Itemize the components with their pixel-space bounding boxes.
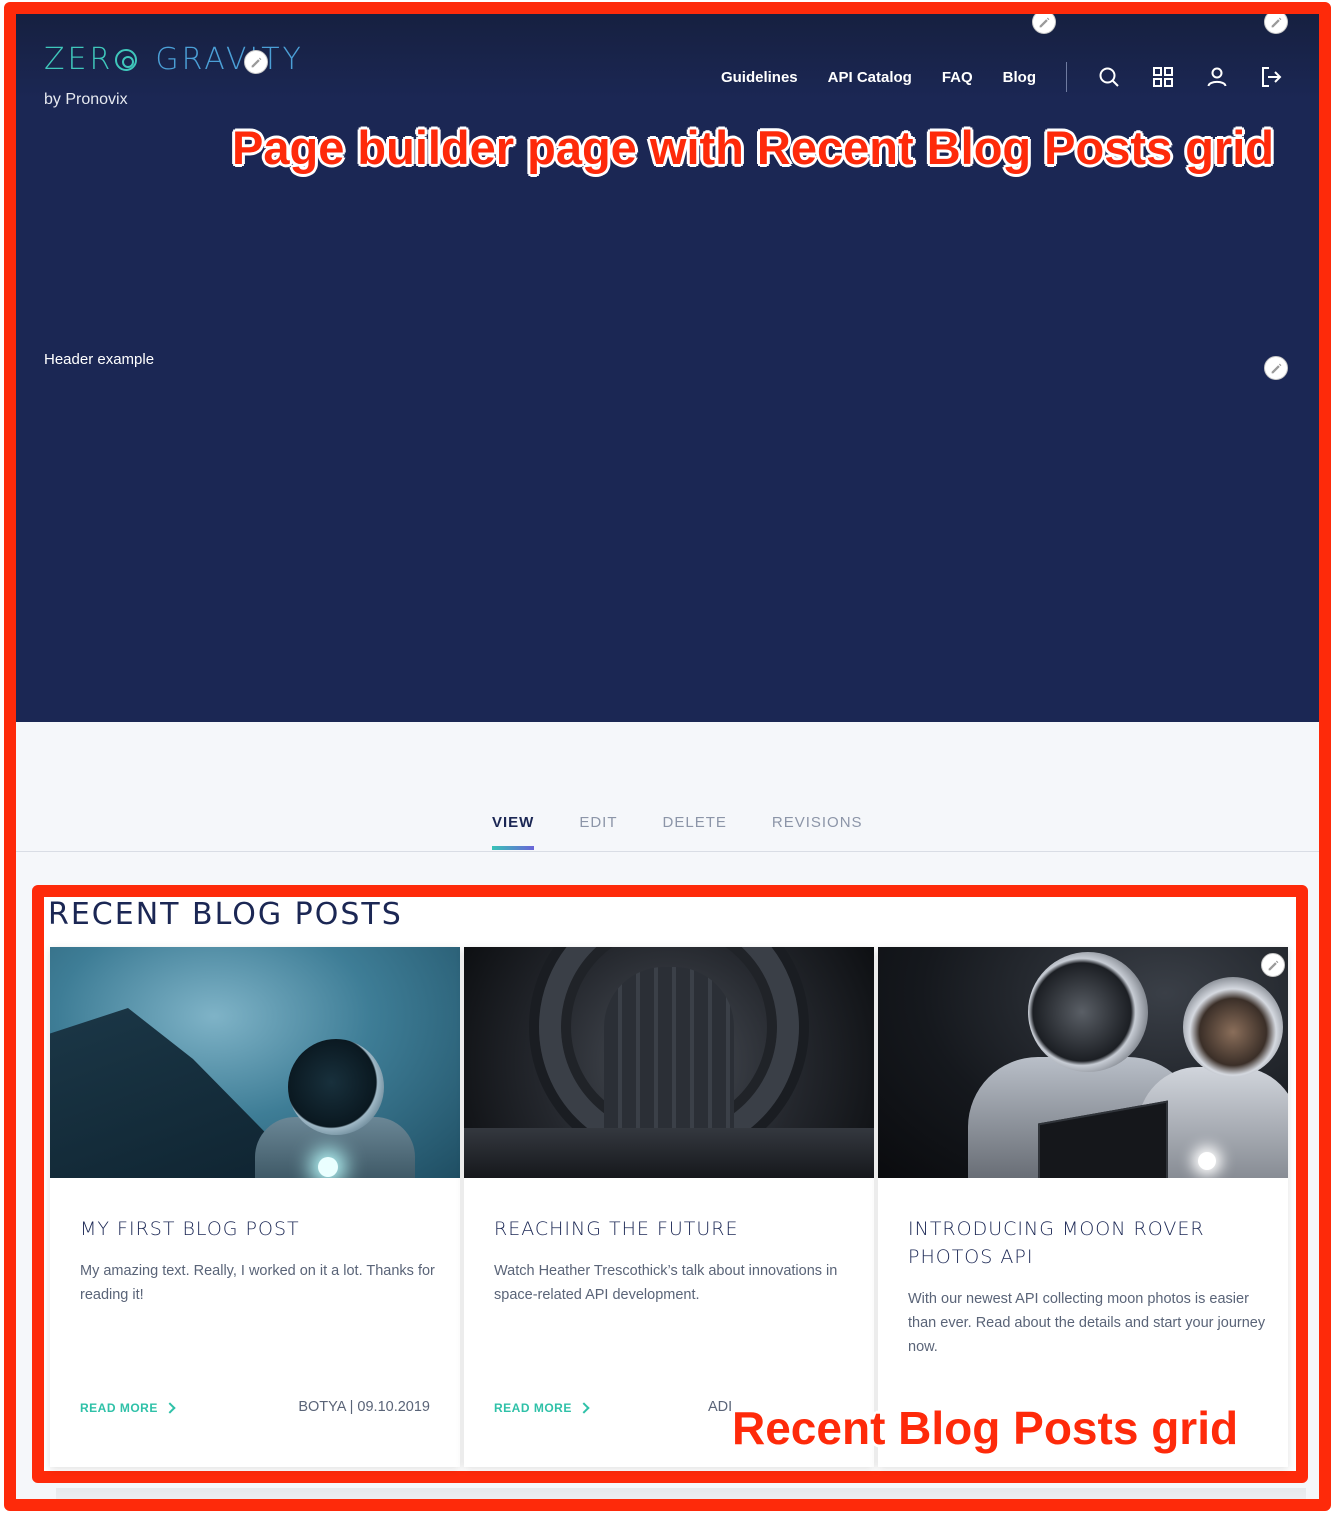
edit-pencil-icon[interactable] — [1264, 356, 1288, 380]
edit-pencil-icon[interactable] — [1261, 953, 1285, 977]
hero-header-text: Header example — [44, 351, 155, 368]
blog-card-image[interactable] — [878, 947, 1288, 1178]
tab-view[interactable]: VIEW — [492, 814, 535, 850]
blog-card-excerpt: Watch Heather Trescothick’s talk about i… — [494, 1263, 838, 1303]
nav-link-guidelines[interactable]: Guidelines — [721, 69, 798, 86]
read-more-label: READ MORE — [80, 1401, 158, 1415]
blog-cards: MY FIRST BLOG POST My amazing text. Real… — [50, 947, 1288, 1467]
site-logo[interactable]: ZER GRAVITY by Pronovix — [44, 42, 304, 109]
recent-blog-posts-grid: RECENT BLOG POSTS MY FIRST BLOG POST My … — [32, 885, 1308, 1483]
logo-orb-icon — [115, 48, 138, 71]
nav-link-api-catalog[interactable]: API Catalog — [828, 69, 912, 86]
local-tasks-tabs: VIEW EDIT DELETE REVISIONS — [492, 814, 908, 850]
tab-edit[interactable]: EDIT — [579, 814, 617, 850]
edit-pencil-icon[interactable] — [1264, 14, 1288, 34]
blog-card-excerpt: With our newest API collecting moon phot… — [908, 1291, 1266, 1355]
annotation-grid-label: Recent Blog Posts grid — [732, 1402, 1239, 1454]
bottom-shadow — [56, 1488, 1306, 1499]
read-more-link[interactable]: READ MORE — [494, 1401, 590, 1415]
blog-card-meta: BOTYA | 09.10.2019 — [298, 1399, 430, 1415]
blog-card-excerpt: My amazing text. Really, I worked on it … — [80, 1263, 435, 1303]
annotation-page-label: Page builder page with Recent Blog Posts… — [232, 121, 1274, 174]
read-more-label: READ MORE — [494, 1401, 572, 1415]
blog-card-title[interactable]: INTRODUCING MOON ROVER PHOTOS API — [908, 1215, 1268, 1271]
main-nav: Guidelines API Catalog FAQ Blog — [721, 62, 1283, 92]
read-more-link[interactable]: READ MORE — [80, 1401, 176, 1415]
tab-delete[interactable]: DELETE — [663, 814, 727, 850]
nav-link-blog[interactable]: Blog — [1003, 69, 1036, 86]
edit-pencil-icon[interactable] — [244, 50, 268, 74]
chevron-right-icon — [164, 1402, 176, 1414]
blog-card[interactable]: INTRODUCING MOON ROVER PHOTOS API With o… — [878, 947, 1288, 1467]
blog-card-image[interactable] — [464, 947, 874, 1178]
section-title: RECENT BLOG POSTS — [48, 897, 403, 932]
logo-text-right: GRAVITY — [155, 42, 304, 77]
edit-pencil-icon[interactable] — [1032, 14, 1056, 34]
nav-divider — [1066, 62, 1067, 92]
blog-card[interactable]: MY FIRST BLOG POST My amazing text. Real… — [50, 947, 460, 1467]
search-icon[interactable] — [1097, 65, 1121, 89]
nav-link-faq[interactable]: FAQ — [942, 69, 973, 86]
author-name: BOTYA — [298, 1399, 346, 1415]
tab-revisions[interactable]: REVISIONS — [772, 814, 863, 850]
logout-icon[interactable] — [1259, 65, 1283, 89]
blog-card-image[interactable] — [50, 947, 460, 1178]
meta-separator: | — [345, 1399, 358, 1415]
chevron-right-icon — [578, 1402, 590, 1414]
blog-card-title[interactable]: REACHING THE FUTURE — [494, 1215, 854, 1243]
local-tasks-area: VIEW EDIT DELETE REVISIONS — [16, 722, 1319, 852]
blog-card[interactable]: REACHING THE FUTURE Watch Heather Tresco… — [464, 947, 874, 1467]
page-frame: ZER GRAVITY by Pronovix Guidelines API C… — [4, 2, 1331, 1511]
logo-subtitle: by Pronovix — [44, 91, 128, 108]
apps-grid-icon[interactable] — [1151, 65, 1175, 89]
blog-card-meta: ADI — [708, 1399, 732, 1415]
blog-card-title[interactable]: MY FIRST BLOG POST — [80, 1215, 440, 1243]
post-date: 09.10.2019 — [357, 1399, 430, 1415]
logo-text-left: ZER — [44, 42, 114, 77]
hero-header: ZER GRAVITY by Pronovix Guidelines API C… — [16, 14, 1319, 722]
user-icon[interactable] — [1205, 65, 1229, 89]
author-name: ADI — [708, 1399, 733, 1415]
